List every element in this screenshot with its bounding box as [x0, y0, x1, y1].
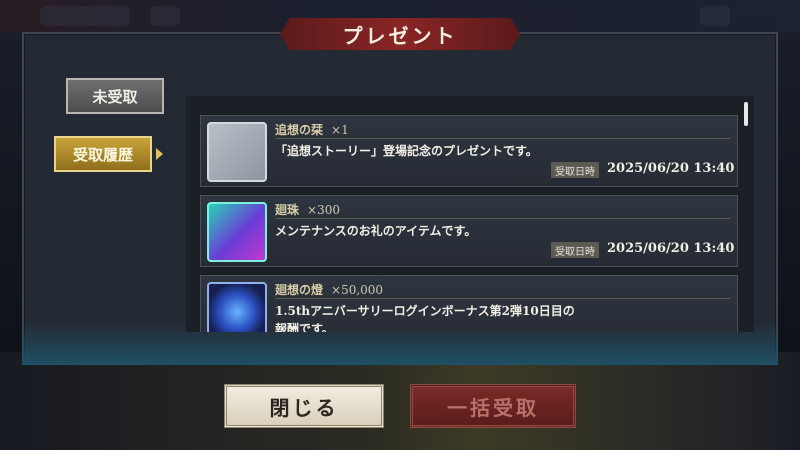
dialog-title: プレゼント: [342, 23, 458, 48]
flame-orb-item-icon: [207, 282, 267, 332]
received-date-label: 受取日時: [551, 162, 599, 178]
item-description: メンテナンスのお礼のアイテムです。: [275, 224, 477, 238]
list-item: 追想の栞 ×1 「追想ストーリー」登場記念のプレゼントです。 受取日時 2025/…: [200, 115, 738, 187]
background-blur-block: [150, 6, 180, 26]
background-blur-block: [700, 6, 730, 26]
active-tab-arrow-icon: [156, 148, 163, 160]
bookmark-item-icon: [207, 122, 267, 182]
tab-history[interactable]: 受取履歴: [54, 136, 152, 172]
background-blur-block: [40, 6, 130, 26]
tab-unreceived[interactable]: 未受取: [66, 78, 164, 114]
divider: [275, 298, 730, 299]
received-date-label: 受取日時: [551, 242, 599, 258]
receive-all-button[interactable]: 一括受取: [410, 384, 576, 428]
item-description: 1.5thアニバーサリーログインボーナス第2弾10日目の報酬です。: [275, 304, 575, 332]
list-item: 廻珠 ×300 メンテナンスのお礼のアイテムです。 受取日時 2025/06/20…: [200, 195, 738, 267]
item-quantity: ×50,000: [331, 283, 384, 297]
list-item: 廻想の燈 ×50,000 1.5thアニバーサリーログインボーナス第2弾10日目の…: [200, 275, 738, 332]
item-description: 「追想ストーリー」登場記念のプレゼントです。: [275, 144, 538, 158]
item-name: 廻珠 ×300: [275, 203, 340, 217]
list-clip: 廻想の燈 ×50,000 1.5thアニバーサリーログインボーナス第2弾10日目の…: [186, 270, 754, 332]
close-button[interactable]: 閉じる: [224, 384, 384, 428]
gem-cube-item-icon: [207, 202, 267, 262]
item-name: 追想の栞 ×1: [275, 123, 349, 137]
list-scrollbar[interactable]: [744, 102, 748, 126]
received-date-value: 2025/06/20 13:40: [607, 241, 735, 256]
background-bottom-scene: [0, 352, 800, 450]
received-date-value: 2025/06/20 13:40: [607, 161, 735, 176]
divider: [275, 218, 730, 219]
item-name: 廻想の燈 ×50,000: [275, 283, 384, 297]
divider: [275, 138, 730, 139]
dialog-title-banner: プレゼント: [280, 18, 520, 50]
item-quantity: ×300: [307, 203, 340, 217]
item-quantity: ×1: [331, 123, 349, 137]
